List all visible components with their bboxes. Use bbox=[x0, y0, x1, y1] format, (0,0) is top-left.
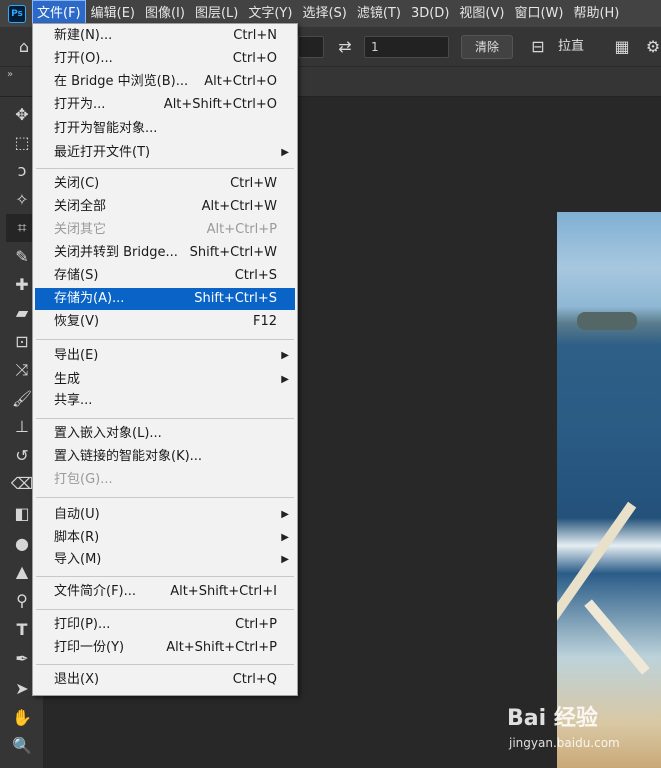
swap-arrows-icon[interactable]: ⇄ bbox=[334, 37, 356, 57]
menu-item-open[interactable]: 打开(O)... Ctrl+O bbox=[35, 48, 295, 70]
menu-view[interactable]: 视图(V) bbox=[454, 0, 509, 27]
document-image[interactable] bbox=[557, 212, 661, 768]
menu-select[interactable]: 选择(S) bbox=[297, 0, 351, 27]
menu-separator bbox=[36, 339, 294, 340]
menu-item-package: 打包(G)... bbox=[54, 472, 113, 487]
menu-item-save[interactable]: 存储(S) Ctrl+S bbox=[35, 265, 295, 287]
grid-overlay-icon[interactable]: ▦ bbox=[611, 37, 633, 57]
image-frame-right bbox=[584, 599, 650, 675]
straighten-label[interactable]: 拉直 bbox=[558, 37, 584, 57]
menu-item-close-others: 关闭其它 Alt+Ctrl+P bbox=[54, 222, 277, 237]
menu-item-file-info[interactable]: 文件简介(F)... Alt+Shift+Ctrl+I bbox=[35, 581, 295, 603]
menu-item-export[interactable]: 导出(E) ▶ bbox=[35, 345, 295, 367]
menu-item-recent-files[interactable]: 最近打开文件(T) ▶ bbox=[35, 142, 295, 164]
menu-window[interactable]: 窗口(W) bbox=[509, 0, 568, 27]
menu-item-generate[interactable]: 生成 ▶ bbox=[35, 369, 295, 391]
submenu-arrow-icon: ▶ bbox=[281, 374, 289, 385]
menu-separator bbox=[36, 664, 294, 665]
menu-separator bbox=[36, 418, 294, 419]
ratio-height-field[interactable]: 1 bbox=[364, 36, 449, 58]
menu-3d[interactable]: 3D(D) bbox=[406, 0, 454, 27]
menu-item-browse-bridge[interactable]: 在 Bridge 中浏览(B)... Alt+Ctrl+O bbox=[35, 71, 295, 93]
menu-separator bbox=[36, 576, 294, 577]
photoshop-logo: Ps bbox=[8, 4, 26, 23]
clear-button[interactable]: 清除 bbox=[461, 35, 513, 59]
menu-item-close[interactable]: 关闭(C) Ctrl+W bbox=[35, 173, 295, 195]
menu-item-share[interactable]: 共享... bbox=[35, 390, 295, 412]
home-icon[interactable]: ⌂ bbox=[14, 37, 34, 57]
menu-separator bbox=[36, 168, 294, 169]
ratio-width-field[interactable] bbox=[298, 36, 324, 58]
menu-item-new[interactable]: 新建(N)... Ctrl+N bbox=[35, 25, 295, 47]
submenu-arrow-icon: ▶ bbox=[281, 532, 289, 543]
menu-item-import[interactable]: 导入(M) ▶ bbox=[35, 549, 295, 571]
watermark-logo: Bai 经验 bbox=[507, 706, 598, 731]
menu-item-place-linked[interactable]: 置入链接的智能对象(K)... bbox=[35, 446, 295, 468]
image-rock bbox=[577, 312, 637, 330]
gear-icon[interactable]: ⚙ bbox=[645, 37, 661, 57]
menu-item-print-one-copy[interactable]: 打印一份(Y) Alt+Shift+Ctrl+P bbox=[35, 637, 295, 659]
straighten-icon[interactable]: ⊟ bbox=[526, 37, 550, 57]
menu-item-exit[interactable]: 退出(X) Ctrl+Q bbox=[35, 669, 295, 691]
menu-item-automate[interactable]: 自动(U) ▶ bbox=[35, 504, 295, 526]
menu-item-close-go-bridge[interactable]: 关闭并转到 Bridge... Shift+Ctrl+W bbox=[35, 242, 295, 264]
menu-item-place-embedded[interactable]: 置入嵌入对象(L)... bbox=[35, 423, 295, 445]
baidu-jingyan-watermark: Bai 经验 jingyan.baidu.com bbox=[507, 700, 657, 760]
hand-tool-icon[interactable]: ✋ bbox=[6, 704, 38, 732]
menu-help[interactable]: 帮助(H) bbox=[568, 0, 624, 27]
menu-item-save-as[interactable]: 存储为(A)... Shift+Ctrl+S bbox=[35, 288, 295, 310]
zoom-tool-icon[interactable]: 🔍 bbox=[6, 732, 38, 760]
submenu-arrow-icon: ▶ bbox=[281, 147, 289, 158]
menu-item-revert[interactable]: 恢复(V) F12 bbox=[35, 311, 295, 333]
watermark-url: jingyan.baidu.com bbox=[509, 736, 620, 750]
menu-item-scripts[interactable]: 脚本(R) ▶ bbox=[35, 527, 295, 549]
menu-filter[interactable]: 滤镜(T) bbox=[352, 0, 406, 27]
submenu-arrow-icon: ▶ bbox=[281, 554, 289, 565]
submenu-arrow-icon: ▶ bbox=[281, 350, 289, 361]
menu-item-close-all[interactable]: 关闭全部 Alt+Ctrl+W bbox=[35, 196, 295, 218]
file-menu-dropdown: 新建(N)... Ctrl+N 打开(O)... Ctrl+O 在 Bridge 中… bbox=[32, 23, 298, 696]
menu-separator bbox=[36, 609, 294, 610]
collapse-chevrons-icon[interactable]: » bbox=[7, 69, 13, 80]
menu-separator bbox=[36, 497, 294, 498]
menu-item-open-as[interactable]: 打开为... Alt+Shift+Ctrl+O bbox=[35, 94, 295, 116]
menu-item-print[interactable]: 打印(P)... Ctrl+P bbox=[35, 614, 295, 636]
menu-item-open-smart-object[interactable]: 打开为智能对象... bbox=[35, 118, 295, 140]
submenu-arrow-icon: ▶ bbox=[281, 509, 289, 520]
